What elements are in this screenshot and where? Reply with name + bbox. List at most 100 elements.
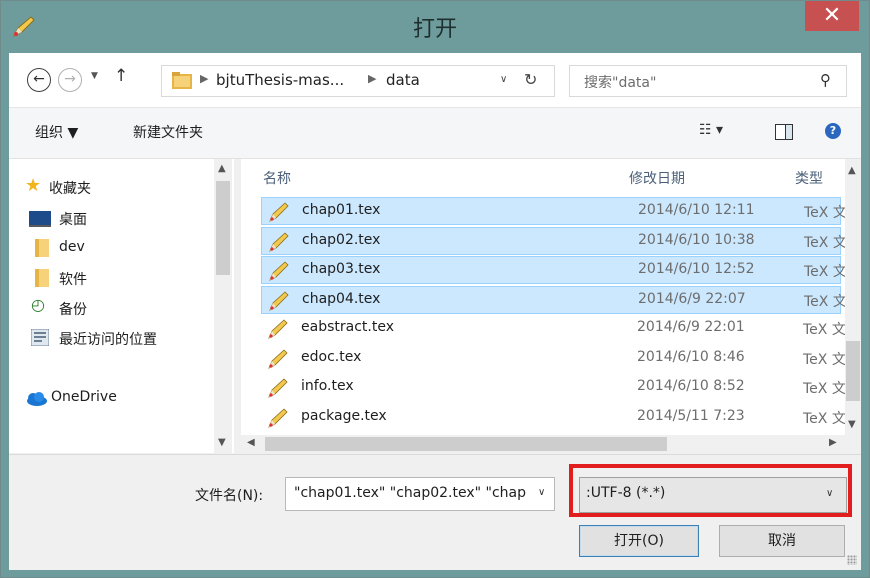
dialog-footer: 文件名(N): "chap01.tex" "chap02.tex" "chap … [9,454,861,570]
desktop-icon [29,211,51,227]
scroll-left-arrow-icon[interactable]: ◀ [247,437,255,448]
onedrive-cloud-icon [27,392,47,406]
star-icon: ★ [25,175,42,196]
forward-button[interactable]: → [58,68,82,92]
folder-icon [35,269,49,287]
organize-button[interactable]: 组织 ▼ [35,122,78,142]
title-bar[interactable]: 打开 ✕ [1,1,869,53]
open-button[interactable]: 打开(O) [579,525,699,557]
scroll-down-arrow-icon[interactable]: ▼ [218,437,226,448]
sidebar-item-favorites[interactable]: 收藏夹 [49,178,91,198]
preview-pane-icon[interactable] [775,124,793,140]
sidebar-item-dev[interactable]: dev [59,239,85,255]
file-type: TeX 文 [804,205,847,221]
scroll-right-arrow-icon[interactable]: ▶ [829,437,837,448]
search-icon[interactable]: ⚲ [820,71,831,89]
file-modified-date: 2014/5/11 7:23 [637,407,745,424]
tex-file-icon [268,348,288,369]
breadcrumb-item[interactable]: bjtuThesis-mas... [216,71,344,89]
address-bar[interactable]: ▶ bjtuThesis-mas... ▶ data ∨ ↻ [161,65,555,97]
breadcrumb-separator-icon[interactable]: ▶ [368,72,376,85]
file-row[interactable]: chap01.tex 2014/6/10 12:11 TeX 文 [261,197,847,225]
filename-field[interactable]: "chap01.tex" "chap02.tex" "chap ∨ [285,477,555,511]
folder-icon [172,72,192,89]
tex-file-icon [269,231,289,252]
file-row[interactable]: chap02.tex 2014/6/10 10:38 TeX 文 [261,226,847,255]
sidebar-item-onedrive[interactable]: OneDrive [51,389,117,405]
tex-file-icon [268,319,288,339]
file-row[interactable]: package.tex 2014/5/11 7:23 TeX 文 [261,404,846,432]
folder-icon [35,239,49,257]
file-type: TeX 文 [804,293,847,310]
breadcrumb-item[interactable]: data [386,71,420,89]
dialog-title: 打开 [412,17,457,42]
sidebar-item-desktop[interactable]: 桌面 [59,209,87,229]
column-header-type[interactable]: 类型 [795,168,823,188]
breadcrumb-separator-icon[interactable]: ▶ [200,72,208,85]
file-type: TeX 文 [803,410,846,427]
refresh-icon[interactable]: ↻ [524,70,537,89]
file-row[interactable]: chap03.tex 2014/6/10 12:52 TeX 文 [261,256,847,284]
up-button[interactable]: ↑ [114,66,128,86]
scroll-up-arrow-icon[interactable]: ▲ [848,165,856,176]
navigation-pane-scroll-thumb[interactable] [216,181,230,275]
file-name: eabstract.tex [301,319,394,335]
navigation-pane: ★ 收藏夹 桌面 dev 软件 ◴ 备份 最近访问的位置 OneDrive [9,159,234,453]
file-name: chap02.tex [302,231,381,248]
tex-file-icon [268,407,288,428]
new-folder-button[interactable]: 新建文件夹 [133,122,203,142]
tex-file-icon [269,202,289,222]
backup-clock-icon: ◴ [31,295,45,314]
navigation-pane-scrollbar[interactable]: ▲ ▼ [214,159,232,453]
search-input[interactable]: 搜索"data" [584,72,656,92]
file-row[interactable]: info.tex 2014/6/10 8:52 TeX 文 [261,374,846,402]
scroll-down-arrow-icon[interactable]: ▼ [848,419,856,430]
filename-label: 文件名(N): [195,488,264,504]
command-bar: 组织 ▼ 新建文件夹 ☷ ▾ ? [9,108,861,159]
search-box[interactable]: 搜索"data" ⚲ [569,65,847,97]
cancel-button[interactable]: 取消 [719,525,845,557]
file-name: info.tex [301,378,354,394]
tex-file-icon [268,378,288,398]
filename-input[interactable]: "chap01.tex" "chap02.tex" "chap [294,485,530,501]
file-modified-date: 2014/6/9 22:01 [637,319,745,335]
back-button[interactable]: ← [27,68,51,92]
file-list-horizontal-scrollbar[interactable]: ◀ ▶ [241,435,845,453]
dialog-client: ← → ▼ ↑ ▶ bjtuThesis-mas... ▶ data ∨ ↻ 搜… [9,53,861,570]
help-icon[interactable]: ? [825,123,841,139]
file-modified-date: 2014/6/9 22:07 [638,290,746,307]
file-list-vertical-scrollbar[interactable]: ▲ ▼ [845,159,861,435]
file-row[interactable]: edoc.tex 2014/6/10 8:46 TeX 文 [261,345,846,373]
file-name: chap04.tex [302,290,381,307]
close-button[interactable]: ✕ [805,1,859,31]
column-header-date[interactable]: 修改日期 [629,168,685,188]
scroll-up-arrow-icon[interactable]: ▲ [218,163,226,174]
sidebar-item-backup[interactable]: 备份 [59,299,87,319]
file-modified-date: 2014/6/10 8:46 [637,348,745,365]
file-modified-date: 2014/6/10 12:11 [638,202,755,218]
sidebar-item-recent-places[interactable]: 最近访问的位置 [59,329,157,349]
file-name: package.tex [301,407,387,424]
file-name: chap03.tex [302,261,381,277]
file-type: TeX 文 [803,351,846,368]
annotation-highlight-box [569,464,852,517]
sidebar-item-software[interactable]: 软件 [59,269,87,289]
tex-file-icon [269,261,289,281]
address-history-chevron-icon[interactable]: ∨ [500,74,507,85]
recent-places-icon [31,329,49,346]
file-list-hscroll-thumb[interactable] [265,437,667,451]
file-modified-date: 2014/6/10 12:52 [638,261,755,277]
file-type: TeX 文 [803,381,846,397]
file-row[interactable]: eabstract.tex 2014/6/9 22:01 TeX 文 [261,315,846,343]
file-list: 名称 修改日期 类型 chap01.tex 2014/6/10 12:11 TeX … [241,159,861,435]
view-options-button[interactable]: ☷ ▾ [699,122,723,138]
filename-history-chevron-icon[interactable]: ∨ [538,487,545,498]
file-list-scroll-thumb[interactable] [846,341,860,401]
file-name: chap01.tex [302,202,381,218]
recent-locations-chevron-icon[interactable]: ▼ [91,71,98,81]
resize-grip[interactable] [847,555,857,565]
column-header-name[interactable]: 名称 [263,168,291,188]
tex-file-icon [269,290,289,311]
file-modified-date: 2014/6/10 8:52 [637,378,745,394]
file-row[interactable]: chap04.tex 2014/6/9 22:07 TeX 文 [261,285,847,314]
